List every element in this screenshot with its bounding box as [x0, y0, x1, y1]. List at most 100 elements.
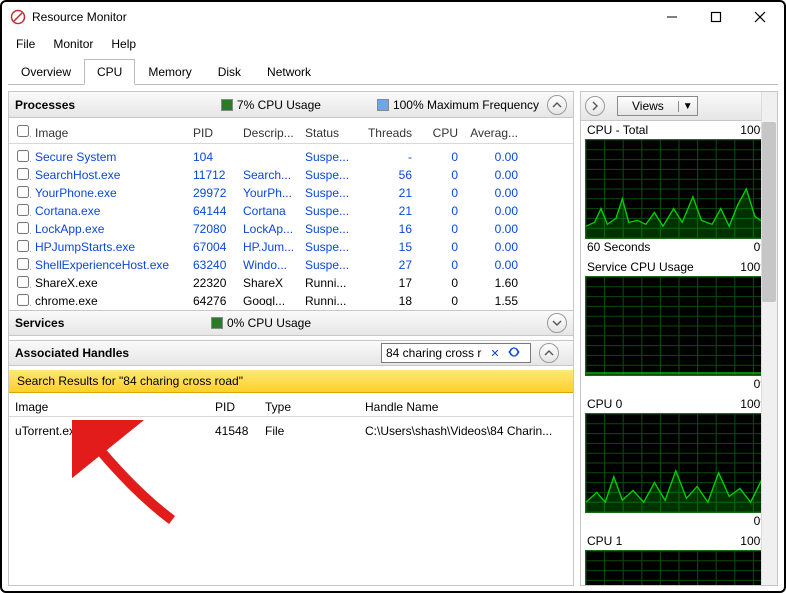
services-title: Services [15, 316, 64, 330]
col-pid[interactable]: PID [189, 126, 239, 140]
process-row[interactable]: ShareX.exe 22320 ShareX Runni... 17 0 1.… [9, 274, 573, 292]
hcol-pid[interactable]: PID [215, 400, 265, 414]
cell-image: LockApp.exe [31, 222, 189, 236]
handle-row[interactable]: uTorrent.exe 41548 File C:\Users\shash\V… [9, 421, 573, 441]
expand-services-button[interactable] [547, 313, 567, 333]
cell-desc: Search... [239, 168, 301, 182]
row-checkbox[interactable] [17, 204, 29, 216]
cell-cpu: 0 [416, 168, 462, 182]
cell-avg: 1.60 [462, 276, 522, 290]
views-label: Views [618, 99, 678, 113]
process-row[interactable]: ShellExperienceHost.exe 63240 Windo... S… [9, 256, 573, 274]
cell-cpu: 0 [416, 276, 462, 290]
row-checkbox[interactable] [17, 168, 29, 180]
right-scroll-thumb[interactable] [762, 122, 776, 302]
cell-desc: ShareX [239, 276, 301, 290]
row-checkbox[interactable] [17, 222, 29, 234]
right-pane: Views ▼ CPU - Total100% 60 Seconds0%Serv… [580, 91, 778, 586]
cell-status: Suspe... [301, 186, 356, 200]
menubar: File Monitor Help [2, 32, 784, 56]
max-freq-text: 100% Maximum Frequency [393, 98, 539, 112]
process-row[interactable]: Cortana.exe 64144 Cortana Suspe... 21 0 … [9, 202, 573, 220]
hcol-name[interactable]: Handle Name [365, 400, 567, 414]
right-toolbar: Views ▼ [581, 92, 777, 121]
handles-search-input[interactable] [382, 344, 486, 362]
cell-status: Runni... [301, 276, 356, 290]
tab-overview[interactable]: Overview [8, 59, 84, 85]
maximize-button[interactable] [694, 3, 738, 31]
hcol-image[interactable]: Image [15, 400, 215, 414]
graph-box [585, 550, 773, 585]
cell-image: ShareX.exe [31, 276, 189, 290]
left-pane: Processes 7% CPU Usage 100% Maximum Freq… [8, 91, 574, 586]
process-row[interactable]: HPJumpStarts.exe 67004 HP.Jum... Suspe..… [9, 238, 573, 256]
cell-pid: 64144 [189, 204, 239, 218]
process-row[interactable]: SearchHost.exe 11712 Search... Suspe... … [9, 166, 573, 184]
cell-status: Suspe... [301, 204, 356, 218]
menu-monitor[interactable]: Monitor [45, 34, 101, 54]
cell-image: Cortana.exe [31, 204, 189, 218]
minimize-button[interactable] [650, 3, 694, 31]
graph-box [585, 413, 773, 513]
processes-title: Processes [15, 98, 75, 112]
cell-avg: 0.00 [462, 186, 522, 200]
col-desc[interactable]: Descrip... [239, 126, 301, 140]
graph-title: CPU - Total [587, 123, 648, 137]
cell-threads: 21 [356, 204, 416, 218]
right-scrollbar[interactable] [761, 92, 777, 585]
app-icon [10, 9, 26, 25]
cell-image: ShellExperienceHost.exe [31, 258, 189, 272]
menu-file[interactable]: File [8, 34, 43, 54]
row-checkbox[interactable] [17, 150, 29, 162]
row-checkbox[interactable] [17, 258, 29, 270]
close-button[interactable] [738, 3, 782, 31]
col-cpu[interactable]: CPU [416, 126, 462, 140]
cell-threads: 17 [356, 276, 416, 290]
cell-status: Suspe... [301, 222, 356, 236]
select-all-checkbox[interactable] [17, 125, 29, 137]
process-row[interactable]: chrome.exe 64276 Googl... Runni... 18 0 … [9, 292, 573, 306]
cell-image: chrome.exe [31, 294, 189, 306]
hcol-type[interactable]: Type [265, 400, 365, 414]
row-checkbox[interactable] [17, 294, 29, 306]
process-row[interactable]: YourPhone.exe 29972 YourPh... Suspe... 2… [9, 184, 573, 202]
cell-avg: 0.00 [462, 222, 522, 236]
tabs: Overview CPU Memory Disk Network [8, 58, 778, 85]
tab-cpu[interactable]: CPU [84, 59, 135, 85]
process-row[interactable]: Secure System 104 Suspe... - 0 0.00 [9, 148, 573, 166]
col-image[interactable]: Image [31, 126, 189, 140]
cell-desc: Cortana [239, 204, 301, 218]
cell-avg: 0.00 [462, 168, 522, 182]
cell-image: SearchHost.exe [31, 168, 189, 182]
processes-header[interactable]: Processes 7% CPU Usage 100% Maximum Freq… [9, 92, 573, 118]
search-button[interactable] [504, 345, 524, 362]
collapse-handles-button[interactable] [539, 343, 559, 363]
process-row[interactable]: LockApp.exe 72080 LockAp... Suspe... 16 … [9, 220, 573, 238]
cell-threads: 27 [356, 258, 416, 272]
tab-memory[interactable]: Memory [135, 59, 204, 85]
tab-network[interactable]: Network [254, 59, 324, 85]
cell-status: Suspe... [301, 240, 356, 254]
collapse-processes-button[interactable] [547, 95, 567, 115]
cell-status: Suspe... [301, 168, 356, 182]
row-checkbox[interactable] [17, 276, 29, 288]
row-checkbox[interactable] [17, 186, 29, 198]
views-button[interactable]: Views ▼ [617, 96, 698, 116]
handles-searchbox: ✕ [381, 343, 531, 363]
cell-threads: 56 [356, 168, 416, 182]
collapse-graphs-button[interactable] [585, 96, 605, 116]
cell-desc: YourPh... [239, 186, 301, 200]
views-dropdown-icon[interactable]: ▼ [678, 101, 697, 112]
col-status[interactable]: Status [301, 126, 356, 140]
cell-cpu: 0 [416, 186, 462, 200]
handles-header[interactable]: Associated Handles ✕ [9, 340, 573, 366]
menu-help[interactable]: Help [103, 34, 144, 54]
col-threads[interactable]: Threads [356, 126, 416, 140]
services-header[interactable]: Services 0% CPU Usage [9, 310, 573, 336]
graph-box [585, 276, 773, 376]
row-checkbox[interactable] [17, 240, 29, 252]
clear-search-button[interactable]: ✕ [486, 347, 504, 360]
col-avg[interactable]: Averag... [462, 126, 522, 140]
window-title: Resource Monitor [32, 10, 650, 24]
tab-disk[interactable]: Disk [205, 59, 254, 85]
